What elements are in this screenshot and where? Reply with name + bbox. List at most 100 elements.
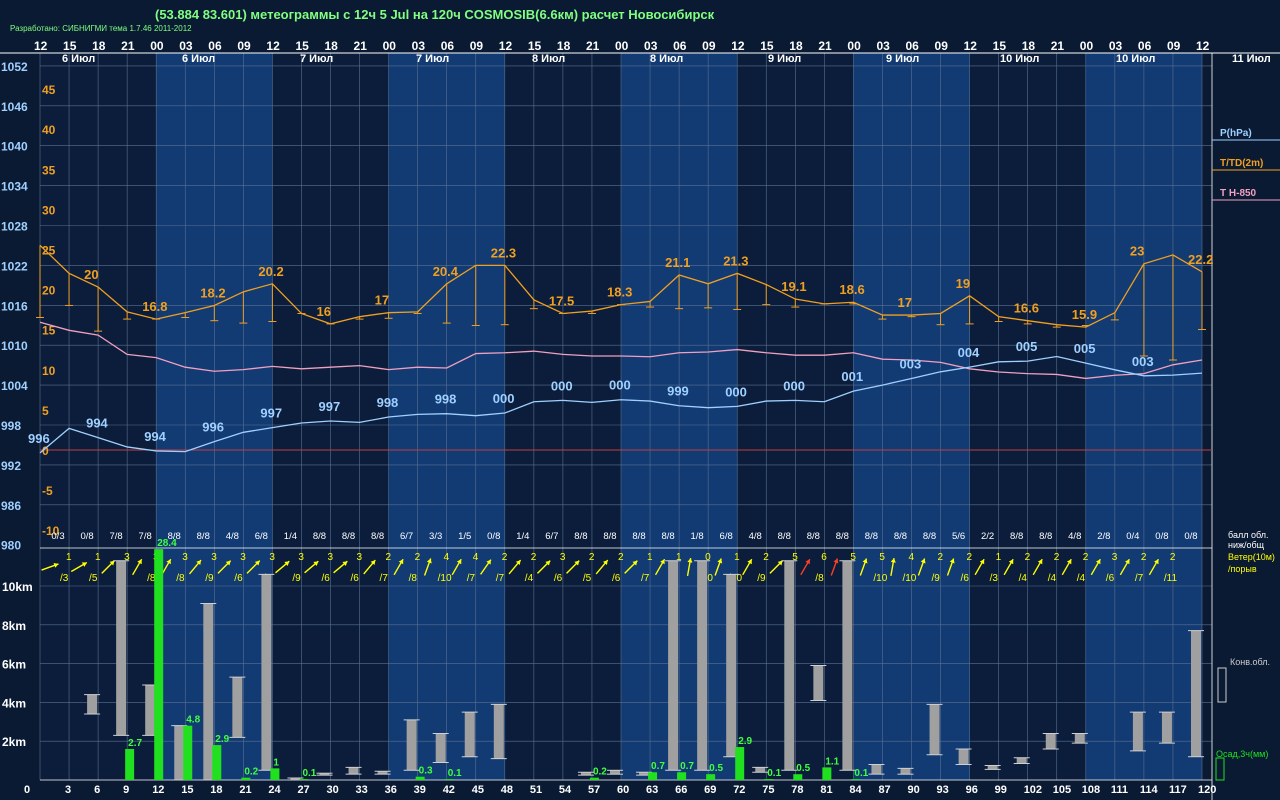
precip-bar xyxy=(183,725,193,780)
time-tick-label: 03 xyxy=(179,39,193,53)
time-tick-label: 18 xyxy=(92,39,106,53)
hour-tick-label: 96 xyxy=(966,784,978,796)
pressure-value-label: 996 xyxy=(202,420,224,435)
wind-gust: /9 xyxy=(932,573,941,584)
meteogram-svg: 12 15 18 21 00 03 06 09 12 15 18 21 00 03 06 09 12 15 18 21… xyxy=(0,0,1280,800)
height-axis-label: 10km xyxy=(2,580,33,594)
convective-cloud-bar xyxy=(116,560,127,736)
hour-tick-label: 3 xyxy=(65,784,71,796)
hour-tick-label: 36 xyxy=(385,784,397,796)
cloud-cover-value: 4/8 xyxy=(749,531,762,542)
wind-speed: 2 xyxy=(1083,552,1089,563)
convective-cloud-bar xyxy=(348,767,359,775)
hour-tick-label: 69 xyxy=(704,784,716,796)
pressure-axis-label: 1034 xyxy=(1,180,28,194)
wind-speed: 1 xyxy=(996,552,1002,563)
wind-speed: 2 xyxy=(531,552,537,563)
temperature-value-label: 20.4 xyxy=(433,264,459,279)
convective-cloud-bar xyxy=(929,704,940,755)
cloud-cover-value: 2/2 xyxy=(981,531,994,542)
convective-cloud-bar xyxy=(842,560,853,771)
pressure-value-label: 005 xyxy=(1074,341,1096,356)
hour-tick-label: 12 xyxy=(152,784,164,796)
wind-speed: 2 xyxy=(763,552,769,563)
pressure-value-label: 000 xyxy=(609,378,631,393)
time-tick-label: 15 xyxy=(295,39,309,53)
wind-gust: /4 xyxy=(1048,573,1057,584)
hour-tick-label: 78 xyxy=(791,784,803,796)
time-tick-label: 09 xyxy=(935,39,949,53)
convective-cloud-bar xyxy=(668,560,679,771)
hour-tick-label: 93 xyxy=(937,784,949,796)
time-tick-label: 21 xyxy=(354,39,368,53)
precip-bar xyxy=(270,768,280,780)
convective-cloud-bar xyxy=(610,770,620,775)
wind-speed: 2 xyxy=(1170,552,1176,563)
time-tick-label: 21 xyxy=(818,39,832,53)
wind-speed: 1 xyxy=(95,552,101,563)
cloud-cover-value: 1/5 xyxy=(458,531,471,542)
wind-gust: /6 xyxy=(612,573,621,584)
wind-gust: /3 xyxy=(990,573,999,584)
time-tick-label: 18 xyxy=(789,39,803,53)
precip-value-label: 0.3 xyxy=(419,766,433,777)
pressure-value-label: 000 xyxy=(725,384,747,399)
chart-title: (53.884 83.601) метеограммы с 12ч 5 Jul … xyxy=(155,7,715,22)
pressure-value-label: 003 xyxy=(900,356,922,371)
time-tick-label: 18 xyxy=(557,39,571,53)
temperature-value-label: 20 xyxy=(84,267,98,282)
cloud-cover-value: 0/8 xyxy=(487,531,500,542)
wind-speed: 3 xyxy=(327,552,333,563)
legend-entry: T/TD(2m) xyxy=(1220,158,1263,169)
time-tick-label: 06 xyxy=(441,39,455,53)
temperature-value-label: 18.6 xyxy=(839,282,864,297)
pressure-axis-label: 1016 xyxy=(1,299,28,313)
cloud-cover-value: 0/8 xyxy=(1184,531,1197,542)
pressure-value-label: 994 xyxy=(86,416,108,431)
convective-cloud-bar xyxy=(958,748,969,765)
time-tick-label: 06 xyxy=(208,39,222,53)
temperature-axis-label: 20 xyxy=(42,284,56,298)
cloud-cover-value: 6/7 xyxy=(545,531,558,542)
cloud-cover-value: 3/3 xyxy=(429,531,442,542)
convective-cloud-bar xyxy=(987,765,998,770)
wind-speed: 4 xyxy=(908,552,914,563)
cloud-cover-value: 8/8 xyxy=(574,531,587,542)
precip-value-label: 0.1 xyxy=(302,768,316,779)
temperature-axis-label: 35 xyxy=(42,163,56,177)
day-label: 11 Июл xyxy=(1232,53,1271,65)
wind-gust: /7 xyxy=(1135,573,1144,584)
time-tick-label: 21 xyxy=(121,39,135,53)
convective-cloud-bar xyxy=(232,677,243,738)
pressure-value-label: 005 xyxy=(1016,339,1038,354)
pressure-value-label: 997 xyxy=(260,406,282,421)
cloud-cover-value: 0/4 xyxy=(1126,531,1139,542)
wind-gust: /7 xyxy=(380,573,389,584)
meteogram: 12 15 18 21 00 03 06 09 12 15 18 21 00 03 06 09 12 15 18 21… xyxy=(0,0,1280,800)
time-tick-label: 12 xyxy=(34,39,48,53)
precip-bar xyxy=(415,776,425,780)
cloud-cover-value: 1/4 xyxy=(516,531,529,542)
precip-value-label: 2.9 xyxy=(215,734,229,745)
wind-speed: 1 xyxy=(734,552,740,563)
wind-gust: /6 xyxy=(321,573,330,584)
precip-value-label: 4.8 xyxy=(186,715,200,726)
wind-gust: /9 xyxy=(205,573,214,584)
hour-tick-label: 48 xyxy=(501,784,513,796)
pressure-axis-label: 992 xyxy=(1,459,21,473)
wind-speed: 2 xyxy=(502,552,508,563)
pressure-value-label: 998 xyxy=(377,395,399,410)
temperature-value-label: 21.1 xyxy=(665,255,690,270)
wind-gust: /7 xyxy=(467,573,476,584)
hour-tick-label: 114 xyxy=(1140,784,1159,796)
precip-bar xyxy=(154,549,164,780)
hour-tick-label: 84 xyxy=(849,784,862,796)
wind-gust: /3 xyxy=(60,573,69,584)
hour-tick-label: 9 xyxy=(123,784,129,796)
day-label: 10 Июл xyxy=(1000,53,1039,65)
hour-tick-label: 18 xyxy=(210,784,222,796)
cloud-cover-value: 1/4 xyxy=(284,531,297,542)
precip-value-label: 0.2 xyxy=(244,767,258,778)
pressure-axis-label: 1010 xyxy=(1,339,28,353)
wind-gust: /6 xyxy=(1106,573,1115,584)
